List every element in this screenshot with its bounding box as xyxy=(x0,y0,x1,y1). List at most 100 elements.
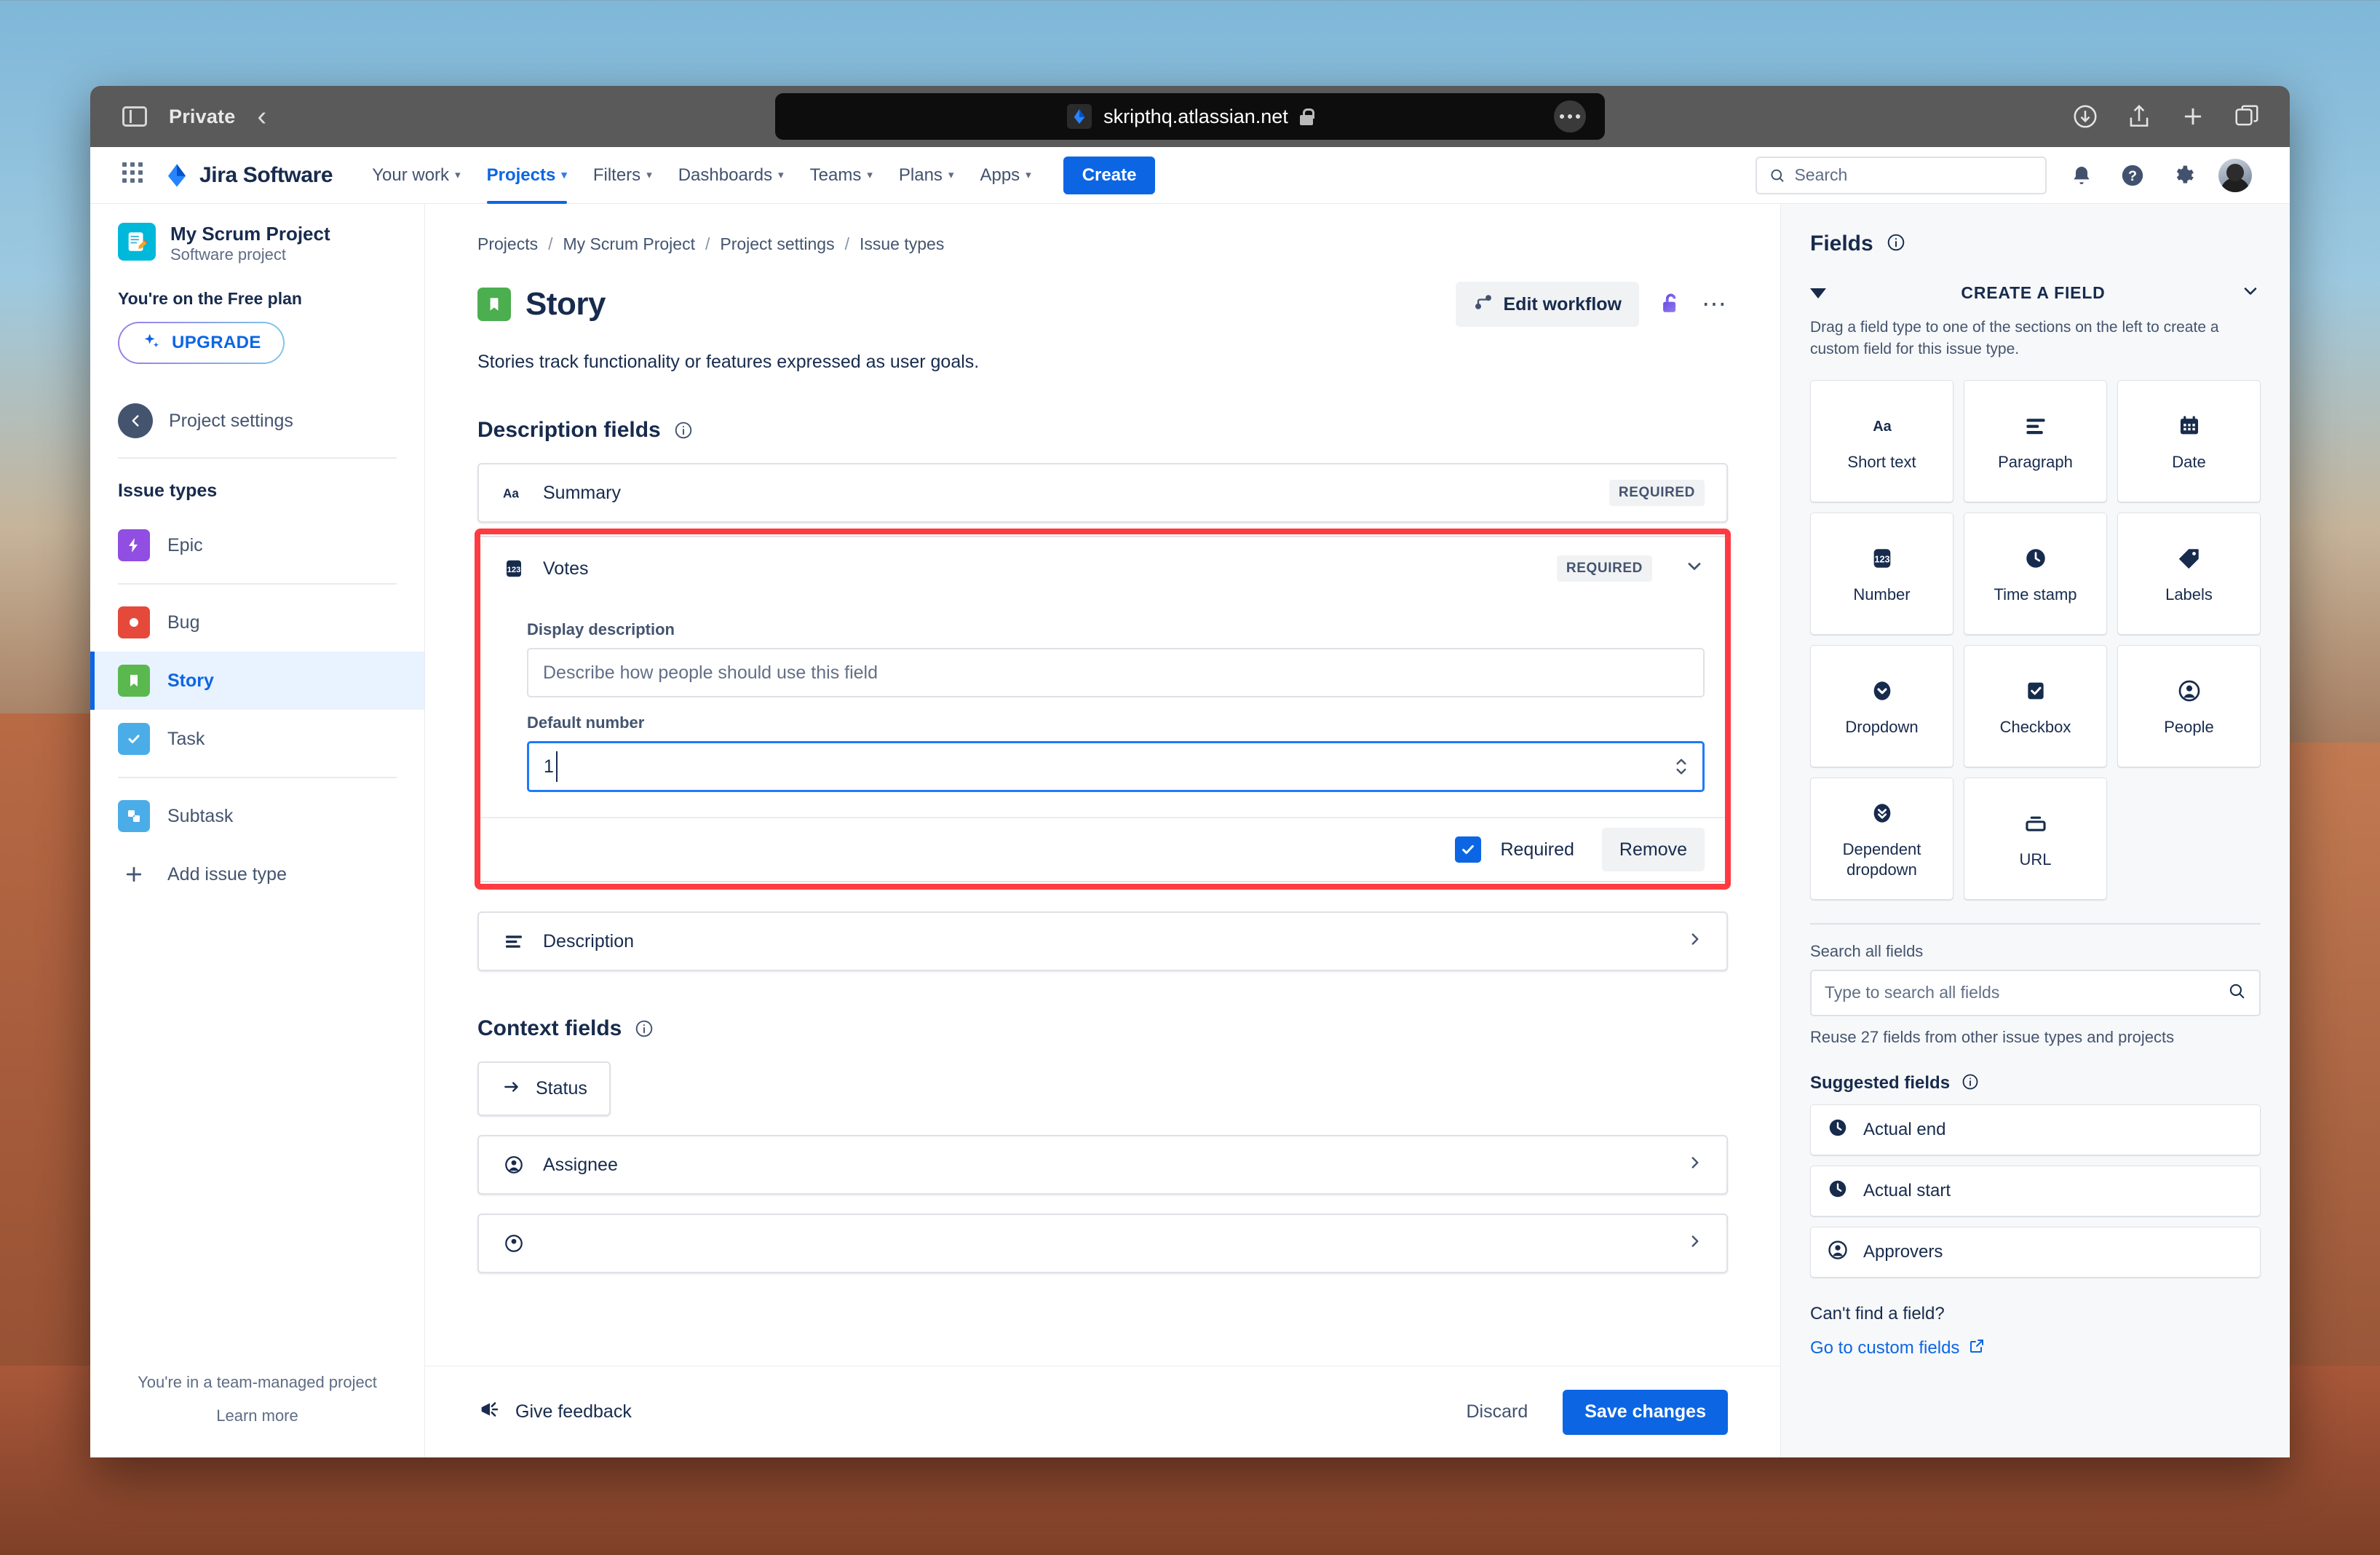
avatar[interactable] xyxy=(2218,159,2252,192)
waffle-icon[interactable] xyxy=(122,162,148,189)
nav-apps[interactable]: Apps ▾ xyxy=(967,147,1044,204)
short-text-icon: Aa xyxy=(1868,410,1897,442)
help-icon[interactable]: ? xyxy=(2117,159,2149,191)
breadcrumb-project-settings[interactable]: Project settings xyxy=(720,234,834,254)
info-icon[interactable] xyxy=(1887,233,1905,256)
suggested-field-actual-end[interactable]: Actual end xyxy=(1810,1104,2261,1155)
remove-button[interactable]: Remove xyxy=(1602,828,1705,871)
share-icon[interactable] xyxy=(2125,103,2153,130)
field-card-status[interactable]: Status xyxy=(477,1061,611,1116)
default-number-input[interactable] xyxy=(527,741,1705,792)
global-search[interactable] xyxy=(1756,157,2047,194)
brand-logo[interactable]: Jira Software xyxy=(164,163,333,188)
chevron-right-icon[interactable] xyxy=(1686,1153,1705,1177)
upgrade-button[interactable]: UPGRADE xyxy=(118,322,285,364)
add-issue-type-button[interactable]: Add issue type xyxy=(90,845,424,903)
chevron-down-icon[interactable] xyxy=(1684,556,1705,582)
bell-icon[interactable] xyxy=(2066,159,2098,191)
tabs-icon[interactable] xyxy=(2233,103,2261,130)
nav-dashboards[interactable]: Dashboards ▾ xyxy=(665,147,797,204)
search-icon[interactable] xyxy=(2227,981,2246,1004)
tag-icon xyxy=(2177,542,2202,574)
discard-button[interactable]: Discard xyxy=(1450,1390,1544,1435)
chevron-left-icon[interactable]: ‹ xyxy=(257,103,266,130)
breadcrumb-project[interactable]: My Scrum Project xyxy=(563,234,694,254)
suggested-field-actual-start[interactable]: Actual start xyxy=(1810,1166,2261,1216)
ellipsis-icon[interactable] xyxy=(1554,100,1586,132)
calendar-icon xyxy=(2177,410,2202,442)
nav-your-work[interactable]: Your work ▾ xyxy=(359,147,473,204)
votes-card-header[interactable]: 123 Votes REQUIRED xyxy=(479,537,1726,600)
project-name: My Scrum Project xyxy=(170,223,330,245)
field-label: Assignee xyxy=(543,1155,618,1176)
panel-divider xyxy=(1810,923,2261,925)
chevron-down-icon[interactable] xyxy=(2240,281,2261,305)
info-icon[interactable] xyxy=(1961,1073,1979,1094)
sidebar-item-epic[interactable]: Epic xyxy=(90,516,424,574)
field-type-number[interactable]: 123 Number xyxy=(1810,513,1953,635)
breadcrumb-issue-types[interactable]: Issue types xyxy=(860,234,944,254)
field-type-checkbox[interactable]: Checkbox xyxy=(1964,645,2107,767)
sidebar-item-subtask[interactable]: Subtask xyxy=(90,787,424,845)
nav-filters[interactable]: Filters ▾ xyxy=(580,147,665,204)
sidebar-footer: You're in a team-managed project Learn m… xyxy=(90,1366,424,1457)
go-to-custom-fields-link[interactable]: Go to custom fields xyxy=(1810,1337,2261,1360)
dropdown-icon xyxy=(1870,675,1895,707)
download-icon[interactable] xyxy=(2071,103,2099,130)
field-label: Status xyxy=(536,1078,587,1099)
create-button[interactable]: Create xyxy=(1063,157,1156,194)
edit-workflow-button[interactable]: Edit workflow xyxy=(1456,282,1640,327)
table-row xyxy=(479,1215,1726,1272)
field-card-partial[interactable] xyxy=(477,1214,1728,1273)
nav-teams[interactable]: Teams ▾ xyxy=(797,147,886,204)
chevron-right-icon[interactable] xyxy=(1686,930,1705,954)
create-a-field-accordion[interactable]: CREATE A FIELD xyxy=(1810,281,2261,305)
field-type-dropdown[interactable]: Dropdown xyxy=(1810,645,1953,767)
plus-icon[interactable] xyxy=(2179,103,2207,130)
nav-plans[interactable]: Plans ▾ xyxy=(886,147,967,204)
field-type-people[interactable]: People xyxy=(2117,645,2261,767)
field-card-summary[interactable]: Aa Summary REQUIRED xyxy=(477,463,1728,523)
field-card-assignee[interactable]: Assignee xyxy=(477,1135,1728,1195)
more-options-icon[interactable]: ⋯ xyxy=(1702,292,1728,317)
sidebar-item-bug[interactable]: Bug xyxy=(90,593,424,652)
gear-icon[interactable] xyxy=(2167,159,2199,191)
chevron-right-icon[interactable] xyxy=(1686,1232,1705,1256)
sidebar-item-task[interactable]: Task xyxy=(90,710,424,768)
field-type-short-text[interactable]: Aa Short text xyxy=(1810,380,1953,502)
people-icon xyxy=(1827,1239,1849,1265)
browser-window: Private ‹ skripthq.atlassian.net xyxy=(90,86,2290,1457)
required-checkbox[interactable] xyxy=(1455,836,1481,863)
breadcrumb-projects[interactable]: Projects xyxy=(477,234,538,254)
field-type-labels[interactable]: Labels xyxy=(2117,513,2261,635)
field-type-date[interactable]: Date xyxy=(2117,380,2261,502)
search-input[interactable] xyxy=(1794,165,2034,185)
nav-projects[interactable]: Projects ▾ xyxy=(474,147,580,204)
url-bar[interactable]: skripthq.atlassian.net xyxy=(775,93,1605,140)
field-type-dependent-dropdown[interactable]: Dependent dropdown xyxy=(1810,778,1953,900)
number-stepper-icon[interactable] xyxy=(1674,755,1689,778)
field-type-paragraph[interactable]: Paragraph xyxy=(1964,380,2107,502)
project-header[interactable]: My Scrum Project Software project xyxy=(90,223,424,264)
url-icon xyxy=(2023,807,2048,839)
field-label: Votes xyxy=(543,558,589,579)
sidebar-item-story[interactable]: Story xyxy=(90,652,424,710)
save-changes-button[interactable]: Save changes xyxy=(1563,1390,1728,1435)
project-settings-link[interactable]: Project settings xyxy=(90,364,424,438)
search-all-fields[interactable] xyxy=(1810,970,2261,1016)
info-icon[interactable] xyxy=(674,421,693,440)
nav-label: Plans xyxy=(899,147,943,204)
suggested-field-approvers[interactable]: Approvers xyxy=(1810,1227,2261,1278)
unlock-icon[interactable] xyxy=(1658,290,1683,319)
field-card-description[interactable]: Description xyxy=(477,911,1728,971)
search-all-fields-input[interactable] xyxy=(1825,983,2220,1002)
learn-more-link[interactable]: Learn more xyxy=(90,1399,424,1433)
section-title: Description fields xyxy=(477,418,661,443)
sidebar-toggle-icon[interactable] xyxy=(122,106,147,127)
paragraph-icon xyxy=(2023,410,2049,442)
give-feedback-button[interactable]: Give feedback xyxy=(477,1397,632,1427)
field-type-url[interactable]: URL xyxy=(1964,778,2107,900)
info-icon[interactable] xyxy=(635,1019,654,1038)
display-description-input[interactable] xyxy=(527,648,1705,697)
field-type-time-stamp[interactable]: Time stamp xyxy=(1964,513,2107,635)
